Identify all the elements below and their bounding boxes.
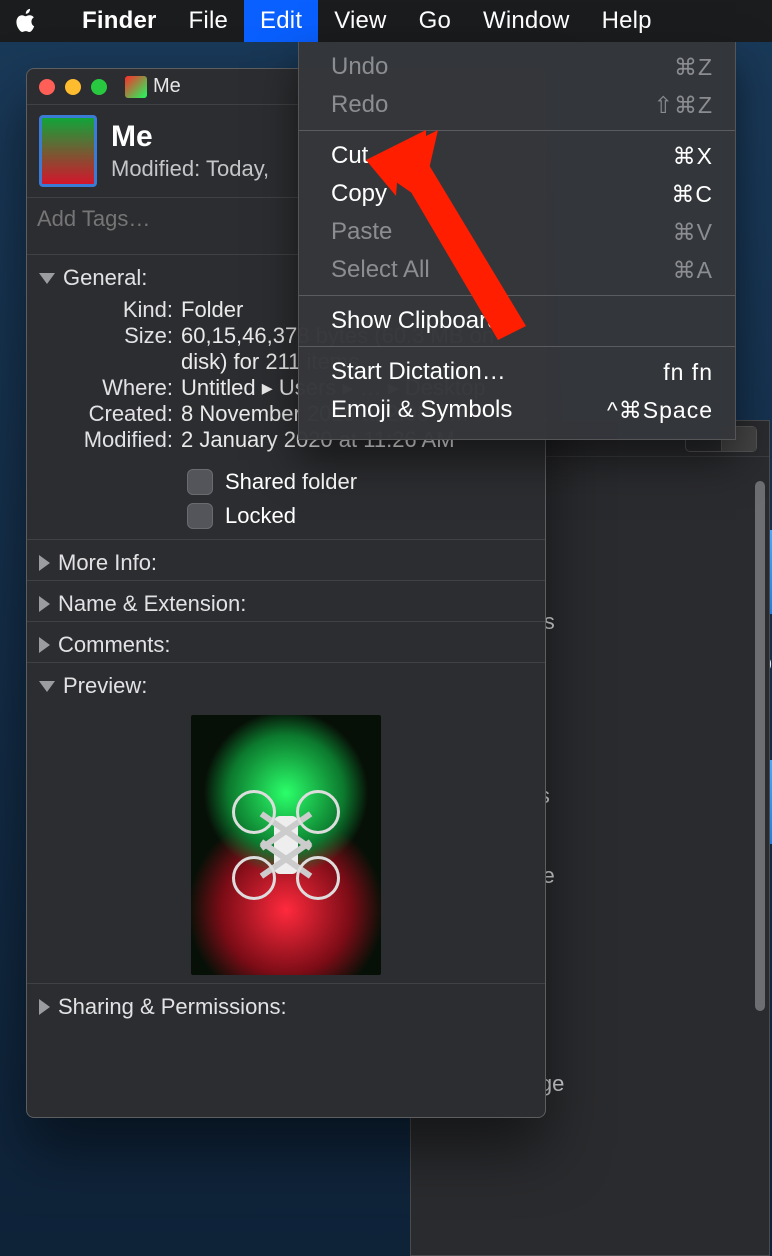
sidebar-scrollbar[interactable] bbox=[755, 481, 765, 1011]
menu-item-select-all: Select All⌘A bbox=[299, 251, 735, 289]
menubar-item-go[interactable]: Go bbox=[403, 0, 467, 42]
created-label: Created: bbox=[39, 401, 181, 427]
menu-item-show-clipboard[interactable]: Show Clipboard bbox=[299, 302, 735, 340]
section-more-info-label: More Info: bbox=[58, 550, 157, 576]
kind-label: Kind: bbox=[39, 297, 181, 323]
folder-thumbnail[interactable] bbox=[39, 115, 97, 187]
menu-item-copy[interactable]: Copy⌘C bbox=[299, 175, 735, 213]
titlebar-proxy-icon bbox=[125, 76, 147, 98]
disclosure-triangle-down-icon bbox=[39, 273, 55, 284]
locked-checkbox[interactable] bbox=[187, 503, 213, 529]
menubar-item-view[interactable]: View bbox=[318, 0, 402, 42]
disclosure-triangle-down-icon bbox=[39, 681, 55, 692]
minimize-button[interactable] bbox=[65, 79, 81, 95]
modified-label: Modified: bbox=[39, 427, 181, 453]
close-button[interactable] bbox=[39, 79, 55, 95]
shared-folder-label: Shared folder bbox=[225, 469, 357, 495]
menu-separator bbox=[299, 130, 735, 131]
section-comments[interactable]: Comments: bbox=[27, 621, 545, 662]
apple-logo-icon[interactable] bbox=[14, 8, 40, 34]
menu-item-start-dictation[interactable]: Start Dictation…fn fn bbox=[299, 353, 735, 391]
section-more-info[interactable]: More Info: bbox=[27, 539, 545, 580]
section-comments-label: Comments: bbox=[58, 632, 170, 658]
preview-image bbox=[191, 715, 381, 975]
section-preview-label: Preview: bbox=[63, 673, 147, 699]
menubar-item-help[interactable]: Help bbox=[586, 0, 668, 42]
locked-label: Locked bbox=[225, 503, 296, 529]
window-title: Me bbox=[153, 75, 181, 98]
section-preview[interactable]: Preview: bbox=[27, 662, 545, 703]
menubar-item-file[interactable]: File bbox=[173, 0, 244, 42]
menu-item-paste: Paste⌘V bbox=[299, 213, 735, 251]
menu-item-undo: Undo⌘Z bbox=[299, 48, 735, 86]
shared-folder-checkbox[interactable] bbox=[187, 469, 213, 495]
traffic-lights bbox=[39, 79, 107, 95]
zoom-button[interactable] bbox=[91, 79, 107, 95]
item-modified-summary: Modified: Today, bbox=[111, 156, 269, 182]
item-name: Me bbox=[111, 120, 269, 154]
menu-item-redo: Redo⇧⌘Z bbox=[299, 86, 735, 124]
general-checkboxes: Shared folder Locked bbox=[27, 455, 545, 539]
menu-separator bbox=[299, 295, 735, 296]
menu-item-cut[interactable]: Cut⌘X bbox=[299, 137, 735, 175]
edit-menu-dropdown: Undo⌘Z Redo⇧⌘Z Cut⌘X Copy⌘C Paste⌘V Sele… bbox=[298, 42, 736, 440]
menu-item-emoji-symbols[interactable]: Emoji & Symbols^⌘Space bbox=[299, 391, 735, 429]
menubar-item-window[interactable]: Window bbox=[467, 0, 586, 42]
section-name-extension-label: Name & Extension: bbox=[58, 591, 246, 617]
section-sharing-permissions[interactable]: Sharing & Permissions: bbox=[27, 983, 545, 1024]
disclosure-triangle-right-icon bbox=[39, 596, 50, 612]
disclosure-triangle-right-icon bbox=[39, 999, 50, 1015]
menu-separator bbox=[299, 346, 735, 347]
menubar: Finder File Edit View Go Window Help bbox=[0, 0, 772, 42]
menubar-item-edit[interactable]: Edit bbox=[244, 0, 318, 42]
section-general-label: General: bbox=[63, 265, 147, 291]
section-sharing-permissions-label: Sharing & Permissions: bbox=[58, 994, 287, 1020]
menubar-app-name[interactable]: Finder bbox=[66, 0, 173, 42]
size-label: Size: bbox=[39, 323, 181, 375]
where-label: Where: bbox=[39, 375, 181, 401]
disclosure-triangle-right-icon bbox=[39, 637, 50, 653]
section-name-extension[interactable]: Name & Extension: bbox=[27, 580, 545, 621]
disclosure-triangle-right-icon bbox=[39, 555, 50, 571]
